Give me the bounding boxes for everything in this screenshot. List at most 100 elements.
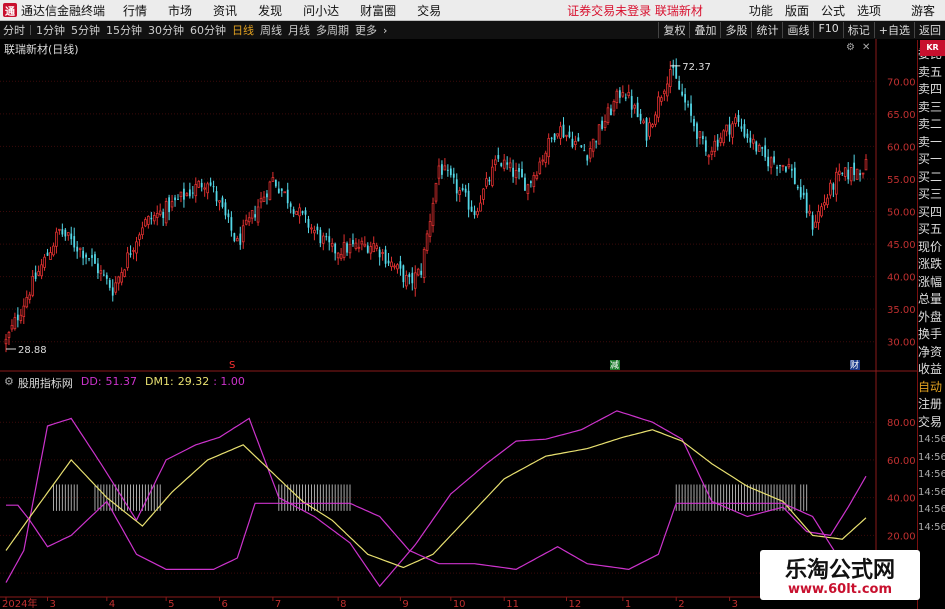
candle-body bbox=[402, 265, 405, 283]
gear-icon[interactable]: ⚙ bbox=[846, 42, 855, 53]
candle-body bbox=[212, 186, 215, 188]
trade-button[interactable]: 交易 bbox=[918, 414, 945, 432]
quote-change-pct[interactable]: 涨幅 bbox=[918, 274, 945, 292]
tick-time: 14:56 bbox=[918, 469, 945, 480]
candle-body bbox=[52, 245, 55, 256]
candle-body bbox=[479, 202, 482, 212]
candle-body bbox=[588, 148, 592, 159]
candle-body bbox=[443, 165, 447, 171]
candle-body bbox=[722, 130, 725, 144]
candle-body bbox=[254, 214, 257, 218]
candle-body bbox=[247, 217, 251, 223]
candle-body bbox=[488, 179, 491, 182]
candle-body bbox=[102, 274, 105, 276]
candle-body bbox=[728, 124, 731, 135]
candle-body bbox=[150, 217, 153, 220]
register-button[interactable]: 注册 bbox=[918, 396, 945, 414]
candle-body bbox=[416, 268, 420, 276]
candle-body bbox=[206, 183, 209, 194]
candle-body bbox=[731, 123, 734, 138]
quote-sell4[interactable]: 卖四 bbox=[918, 81, 945, 99]
auto-button[interactable]: 自动 bbox=[918, 379, 945, 397]
quote-buy5[interactable]: 买五 bbox=[918, 221, 945, 239]
candle-body bbox=[687, 104, 689, 106]
stock-badge: KR bbox=[920, 40, 945, 56]
candle-body bbox=[639, 113, 642, 121]
candle-body bbox=[559, 126, 562, 139]
candle-body bbox=[348, 243, 352, 254]
candle-body bbox=[138, 234, 141, 240]
candle-body bbox=[123, 269, 126, 277]
candle-body bbox=[91, 255, 93, 258]
quote-sell2[interactable]: 卖二 bbox=[918, 116, 945, 134]
quote-sell5[interactable]: 卖五 bbox=[918, 64, 945, 82]
candle-body bbox=[360, 240, 364, 245]
candle-body bbox=[141, 227, 144, 236]
candle-body bbox=[829, 182, 832, 196]
quote-volume[interactable]: 总量 bbox=[918, 291, 945, 309]
candle-body bbox=[174, 197, 176, 201]
candle-body bbox=[666, 83, 669, 97]
event-marker-s[interactable]: S bbox=[229, 360, 235, 371]
candle-body bbox=[129, 253, 132, 255]
candle-body bbox=[556, 133, 559, 137]
y-tick-label: 60.00 bbox=[887, 142, 916, 153]
event-marker-jian[interactable]: 减 bbox=[610, 359, 619, 371]
candle-body bbox=[244, 219, 248, 225]
tick-time: 14:56 bbox=[918, 486, 945, 498]
y-tick-label: 80.00 bbox=[887, 418, 916, 429]
quote-change[interactable]: 涨跌 bbox=[918, 256, 945, 274]
quote-net-asset[interactable]: 净资 bbox=[918, 344, 945, 362]
candle-body bbox=[120, 272, 123, 283]
candle-body bbox=[111, 287, 114, 296]
quote-buy2[interactable]: 买二 bbox=[918, 169, 945, 187]
candle-body bbox=[636, 102, 639, 118]
candle-body bbox=[814, 221, 817, 228]
candle-body bbox=[307, 218, 310, 228]
candle-body bbox=[25, 297, 29, 308]
x-tick-label: 8 bbox=[340, 599, 346, 609]
candle-body bbox=[853, 162, 856, 176]
candle-body bbox=[764, 145, 767, 158]
candle-body bbox=[681, 91, 684, 96]
candle-body bbox=[757, 144, 761, 152]
quote-turnover[interactable]: 换手 bbox=[918, 326, 945, 344]
quote-price[interactable]: 现价 bbox=[918, 239, 945, 257]
candle-body bbox=[690, 103, 692, 116]
quote-buy4[interactable]: 买四 bbox=[918, 204, 945, 222]
candle-body bbox=[233, 233, 236, 241]
quote-sell3[interactable]: 卖三 bbox=[918, 99, 945, 117]
quote-earnings[interactable]: 收益 bbox=[918, 361, 945, 379]
chart-canvas[interactable]: 30.00 35.00 40.00 45.00 50.00 55.00 60.00 65.00… bbox=[0, 0, 945, 609]
candle-body bbox=[642, 120, 645, 124]
candle-body bbox=[155, 212, 159, 218]
candle-body bbox=[811, 215, 814, 230]
candle-body bbox=[313, 230, 316, 234]
candle-body bbox=[434, 182, 438, 202]
candle-body bbox=[405, 274, 408, 287]
candle-body bbox=[767, 156, 770, 167]
y-tick-label: 60.00 bbox=[887, 456, 916, 467]
candle-body bbox=[55, 231, 58, 247]
candle-body bbox=[339, 253, 343, 259]
quote-buy3[interactable]: 买三 bbox=[918, 186, 945, 204]
watermark-title: 乐淘公式网 bbox=[784, 558, 895, 583]
candle-body bbox=[283, 191, 287, 194]
candle-body bbox=[734, 117, 737, 124]
candle-body bbox=[485, 178, 488, 187]
candle-body bbox=[266, 193, 268, 198]
candle-body bbox=[200, 182, 203, 188]
close-icon[interactable]: ✕ bbox=[862, 42, 870, 53]
tick-time: 14:56 bbox=[918, 504, 945, 515]
quote-buy1[interactable]: 买一 bbox=[918, 151, 945, 169]
candle-body bbox=[624, 97, 627, 99]
candle-body bbox=[583, 150, 586, 152]
gear-icon[interactable]: ⚙ bbox=[4, 375, 14, 391]
quote-outer[interactable]: 外盘 bbox=[918, 309, 945, 327]
candle-body bbox=[864, 159, 868, 171]
quote-sell1[interactable]: 卖一 bbox=[918, 134, 945, 152]
candle-body bbox=[369, 246, 373, 254]
x-tick-label: 7 bbox=[275, 599, 281, 609]
event-marker-cai[interactable]: 财 bbox=[850, 359, 859, 371]
indicator-name[interactable]: 股朋指标网 bbox=[18, 375, 73, 391]
